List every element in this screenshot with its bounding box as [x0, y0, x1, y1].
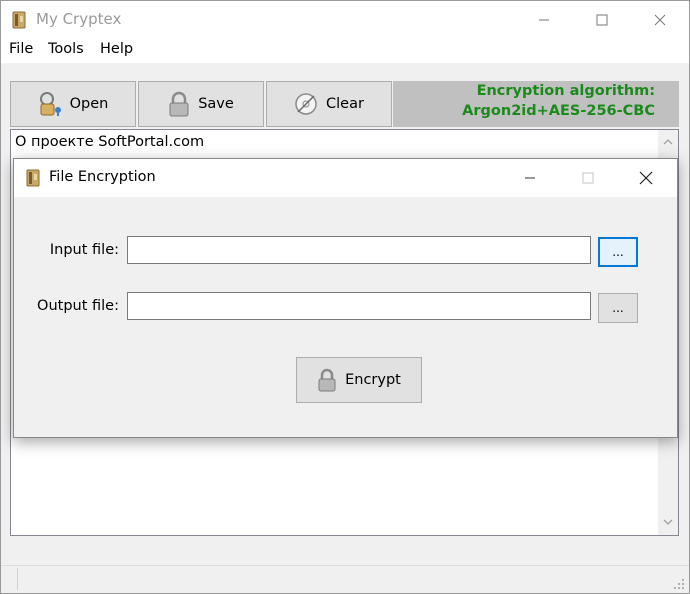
save-button-label: Save — [198, 96, 234, 112]
maximize-icon — [596, 14, 608, 26]
open-key-icon — [39, 92, 61, 116]
title-bar[interactable]: My Cryptex — [1, 1, 689, 39]
minimize-icon — [525, 177, 535, 179]
encrypt-button-label: Encrypt — [345, 372, 401, 388]
open-button[interactable]: Open — [10, 81, 136, 127]
maximize-icon — [582, 172, 594, 184]
file-encryption-dialog: File Encryption Input file: ... Output f… — [13, 158, 678, 438]
input-browse-button[interactable]: ... — [598, 237, 638, 267]
menu-bar: File Tools Help — [1, 39, 689, 63]
status-separator — [17, 568, 18, 590]
maximize-button[interactable] — [573, 1, 631, 39]
menu-file[interactable]: File — [9, 41, 33, 57]
clear-disc-icon — [295, 93, 317, 115]
save-button[interactable]: Save — [138, 81, 264, 127]
status-bar — [1, 565, 689, 593]
close-icon — [639, 171, 653, 185]
cryptex-book-icon — [12, 11, 26, 29]
algorithm-panel: Encryption algorithm: Argon2id+AES-256-C… — [393, 81, 679, 127]
menu-help[interactable]: Help — [100, 41, 133, 57]
algorithm-value: Argon2id+AES-256-CBC — [462, 103, 655, 119]
dialog-title: File Encryption — [49, 169, 156, 185]
input-file-label: Input file: — [49, 242, 119, 258]
encrypt-button[interactable]: Encrypt — [296, 357, 422, 403]
output-file-label: Output file: — [37, 298, 119, 314]
open-button-label: Open — [69, 96, 109, 112]
minimize-icon — [539, 19, 549, 21]
editor-text: О проекте SoftPortal.com — [15, 134, 205, 150]
dialog-title-bar[interactable]: File Encryption — [14, 159, 677, 197]
output-browse-button[interactable]: ... — [598, 293, 638, 323]
resize-grip-icon[interactable] — [673, 578, 685, 590]
scroll-up-icon[interactable] — [662, 136, 674, 148]
clear-button-label: Clear — [326, 96, 364, 112]
dialog-minimize-button[interactable] — [501, 159, 559, 197]
clear-button[interactable]: Clear — [266, 81, 392, 127]
scroll-down-icon[interactable] — [662, 516, 674, 528]
close-button[interactable] — [631, 1, 689, 39]
main-window: My Cryptex File Tools Help Open Save Cle… — [0, 0, 690, 594]
menu-tools[interactable]: Tools — [48, 41, 84, 57]
algorithm-label: Encryption algorithm: — [476, 83, 655, 99]
cryptex-book-icon — [26, 169, 40, 187]
output-file-field[interactable] — [127, 292, 591, 320]
dialog-close-button[interactable] — [617, 159, 675, 197]
dialog-maximize-button — [559, 159, 617, 197]
window-title: My Cryptex — [36, 10, 122, 28]
close-icon — [654, 14, 666, 26]
padlock-icon — [318, 368, 336, 392]
minimize-button[interactable] — [515, 1, 573, 39]
padlock-icon — [169, 91, 189, 117]
input-file-field[interactable] — [127, 236, 591, 264]
